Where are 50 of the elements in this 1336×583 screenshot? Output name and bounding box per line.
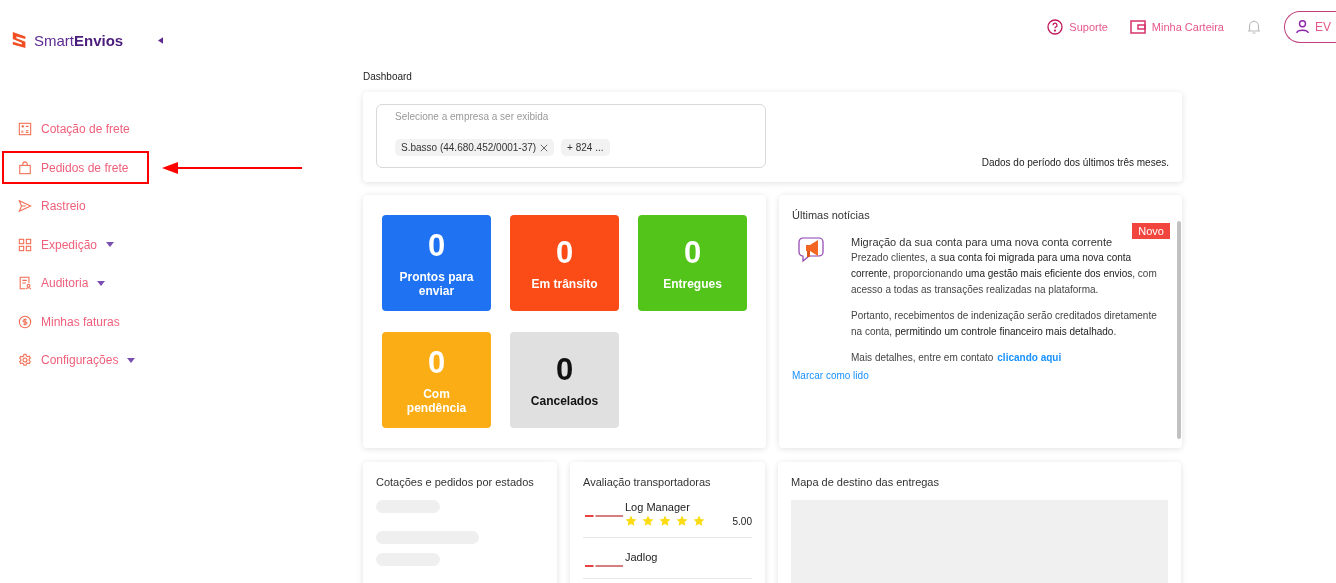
company-select-field[interactable]: Selecione a empresa a ser exibida S.basso (44.680.452/0001-37) + 824 ... xyxy=(376,104,766,168)
card-title: Cotações e pedidos por estados xyxy=(376,476,535,488)
grid-icon xyxy=(18,237,32,252)
company-tag: + 824 ... xyxy=(561,139,610,156)
news-headline: Migração da sua conta para uma nova conta corrente xyxy=(851,235,1114,250)
news-paragraph: Prezado clientes, a sua conta foi migrada para uma nova conta corrente, proporcionando uma gestão mais eficiente dos envios, com acesso a todas as transações realizadas na plataforma. xyxy=(851,251,1158,297)
dollar-icon xyxy=(18,314,32,329)
status-tile[interactable]: 0 Cancelados xyxy=(510,332,619,428)
card-title: Últimas notícias xyxy=(792,209,871,221)
sidebar-item[interactable]: Rastreio xyxy=(2,189,100,223)
status-tile[interactable]: 0 Com pendência xyxy=(382,332,491,428)
news-paragraph: Portanto, recebimentos de indenização serão creditados diretamente na conta, permitindo um controle financeiro mais detalhado. xyxy=(851,309,1158,339)
wallet-icon xyxy=(1129,18,1146,35)
brand-name: SmartEnvios xyxy=(34,31,124,49)
user-icon xyxy=(1295,19,1310,34)
close-icon[interactable] xyxy=(540,143,549,152)
status-tile[interactable]: 0 Em trânsito xyxy=(510,215,619,311)
new-badge: Novo xyxy=(1132,223,1170,239)
sidebar-item[interactable]: Pedidos de frete xyxy=(2,151,149,185)
mark-read-link[interactable]: Marcar como lido xyxy=(792,370,1169,381)
report-icon xyxy=(18,276,32,291)
calculator-icon xyxy=(18,122,32,137)
period-note: Dados do período dos últimos três meses. xyxy=(981,157,1169,168)
status-tile[interactable]: 0 Entregues xyxy=(638,215,747,311)
send-icon xyxy=(18,199,32,214)
sidebar-item[interactable]: Minhas faturas xyxy=(2,305,134,339)
contact-text: Mais detalhes, entre em contato xyxy=(851,351,994,365)
status-tile[interactable]: 0 Prontos para enviar xyxy=(382,215,491,311)
wallet-link[interactable]: Minha Carteira xyxy=(1129,18,1224,35)
rating-score: 5.00 xyxy=(732,515,752,527)
company-tag: S.basso (44.680.452/0001-37) xyxy=(395,139,555,156)
settings-icon xyxy=(18,353,32,368)
sidebar-item[interactable]: Configurações xyxy=(2,343,150,377)
carrier-name: Log Manager xyxy=(625,501,691,513)
shopping-bag-icon xyxy=(18,160,32,175)
support-link[interactable]: Suporte xyxy=(1047,18,1108,35)
sidebar-item[interactable]: Cotação de frete xyxy=(2,112,144,146)
user-menu-button[interactable]: EV xyxy=(1284,10,1336,43)
collapse-caret-icon[interactable] xyxy=(158,36,164,44)
carrier-logo-icon xyxy=(585,564,623,568)
card-title: Avaliação transportadoras xyxy=(583,476,712,488)
card-title: Mapa de destino das entregas xyxy=(791,476,940,488)
sidebar-item[interactable]: Auditoria xyxy=(2,266,120,300)
carrier-name: Jadlog xyxy=(625,551,659,563)
sidebar-item[interactable]: Expedição xyxy=(2,228,129,262)
scrollbar[interactable] xyxy=(1177,221,1181,439)
breadcrumb: Dashboard xyxy=(363,71,413,82)
carrier-logo-icon xyxy=(585,514,623,518)
help-icon xyxy=(1047,18,1064,35)
contact-link[interactable]: clicando aqui xyxy=(997,350,1062,366)
